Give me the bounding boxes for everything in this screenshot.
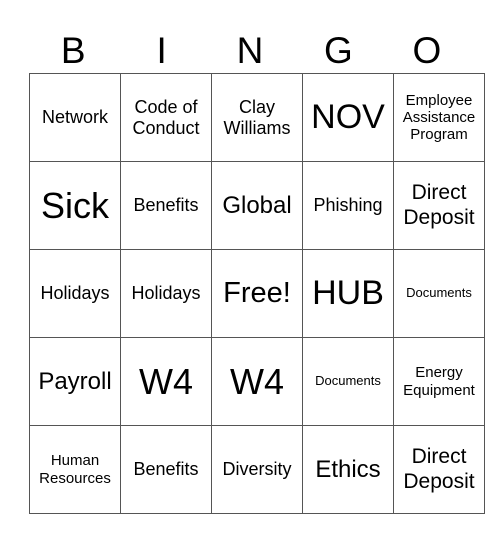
bingo-cell[interactable]: Holidays	[29, 249, 121, 338]
bingo-row: Payroll W4 W4 Documents Energy Equipment	[29, 337, 485, 426]
bingo-cell[interactable]: Direct Deposit	[393, 425, 485, 514]
bingo-cell[interactable]: Direct Deposit	[393, 161, 485, 250]
bingo-cell[interactable]: Documents	[302, 337, 394, 426]
bingo-cell[interactable]: Network	[29, 73, 121, 162]
bingo-cell[interactable]: Payroll	[29, 337, 121, 426]
bingo-cell[interactable]: Code of Conduct	[120, 73, 212, 162]
bingo-cell[interactable]: Benefits	[120, 161, 212, 250]
free-space-cell[interactable]: Free!	[211, 249, 303, 338]
bingo-cell[interactable]: Clay Williams	[211, 73, 303, 162]
header-letter-i: I	[156, 30, 167, 71]
bingo-row: Human Resources Benefits Diversity Ethic…	[29, 425, 485, 514]
bingo-header: B I N G O	[29, 30, 471, 72]
bingo-row: Holidays Holidays Free! HUB Documents	[29, 249, 485, 338]
header-letter-n: N	[236, 30, 264, 71]
bingo-cell[interactable]: Global	[211, 161, 303, 250]
bingo-card: Network Code of Conduct Clay Williams NO…	[29, 73, 485, 514]
bingo-cell[interactable]: HUB	[302, 249, 394, 338]
bingo-cell[interactable]: Diversity	[211, 425, 303, 514]
bingo-row: Sick Benefits Global Phishing Direct Dep…	[29, 161, 485, 250]
bingo-cell[interactable]: NOV	[302, 73, 394, 162]
header-letter-g: G	[324, 30, 353, 71]
bingo-cell[interactable]: Phishing	[302, 161, 394, 250]
bingo-cell[interactable]: W4	[120, 337, 212, 426]
bingo-cell[interactable]: Employee Assistance Program	[393, 73, 485, 162]
header-letter-o: O	[412, 30, 442, 71]
bingo-cell[interactable]: Ethics	[302, 425, 394, 514]
bingo-cell[interactable]: Benefits	[120, 425, 212, 514]
bingo-cell[interactable]: Energy Equipment	[393, 337, 485, 426]
header-letter-b: B	[60, 30, 86, 71]
bingo-row: Network Code of Conduct Clay Williams NO…	[29, 73, 485, 162]
bingo-cell[interactable]: Holidays	[120, 249, 212, 338]
bingo-cell[interactable]: Sick	[29, 161, 121, 250]
bingo-cell[interactable]: Documents	[393, 249, 485, 338]
bingo-cell[interactable]: Human Resources	[29, 425, 121, 514]
bingo-cell[interactable]: W4	[211, 337, 303, 426]
